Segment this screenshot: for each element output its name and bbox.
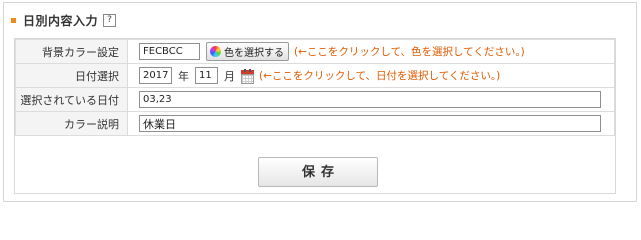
- form-row-date: 日付選択 年 月 (←ここをクリックして、日付を選択してください。): [15, 63, 615, 88]
- color-wheel-icon: [210, 46, 221, 57]
- form-row-bg-color: 背景カラー設定 色を選択する (←ここをクリックして、色を選択してください。): [15, 39, 615, 64]
- year-unit: 年: [178, 69, 189, 83]
- color-description-label: カラー説明: [15, 111, 128, 136]
- date-label: 日付選択: [15, 63, 128, 88]
- date-hint: (←ここをクリックして、日付を選択してください。): [259, 70, 501, 82]
- selected-dates-label: 選択されている日付: [15, 87, 128, 112]
- form-row-selected-dates: 選択されている日付: [15, 87, 615, 112]
- bg-color-label: 背景カラー設定: [15, 39, 128, 64]
- form-area: 背景カラー設定 色を選択する (←ここをクリックして、色を選択してください。) …: [14, 38, 616, 194]
- month-unit: 月: [224, 69, 235, 83]
- select-color-button[interactable]: 色を選択する: [206, 42, 289, 61]
- form-row-color-description: カラー説明: [15, 111, 615, 136]
- selected-dates-input[interactable]: [139, 91, 601, 108]
- month-input[interactable]: [195, 67, 218, 84]
- help-icon[interactable]: ?: [103, 13, 117, 27]
- color-description-input[interactable]: [139, 115, 601, 132]
- bg-color-input[interactable]: [139, 43, 200, 60]
- select-color-label: 色を選択する: [224, 48, 284, 59]
- year-input[interactable]: [139, 67, 172, 84]
- save-button[interactable]: 保存: [258, 157, 378, 187]
- calendar-icon[interactable]: [241, 68, 254, 84]
- input-form-table: 背景カラー設定 色を選択する (←ここをクリックして、色を選択してください。) …: [15, 39, 615, 136]
- bg-color-hint: (←ここをクリックして、色を選択してください。): [294, 46, 525, 58]
- bullet-square-icon: [11, 17, 16, 23]
- section-title: 日別内容入力: [23, 13, 99, 28]
- section-header: 日別内容入力 ?: [11, 12, 117, 28]
